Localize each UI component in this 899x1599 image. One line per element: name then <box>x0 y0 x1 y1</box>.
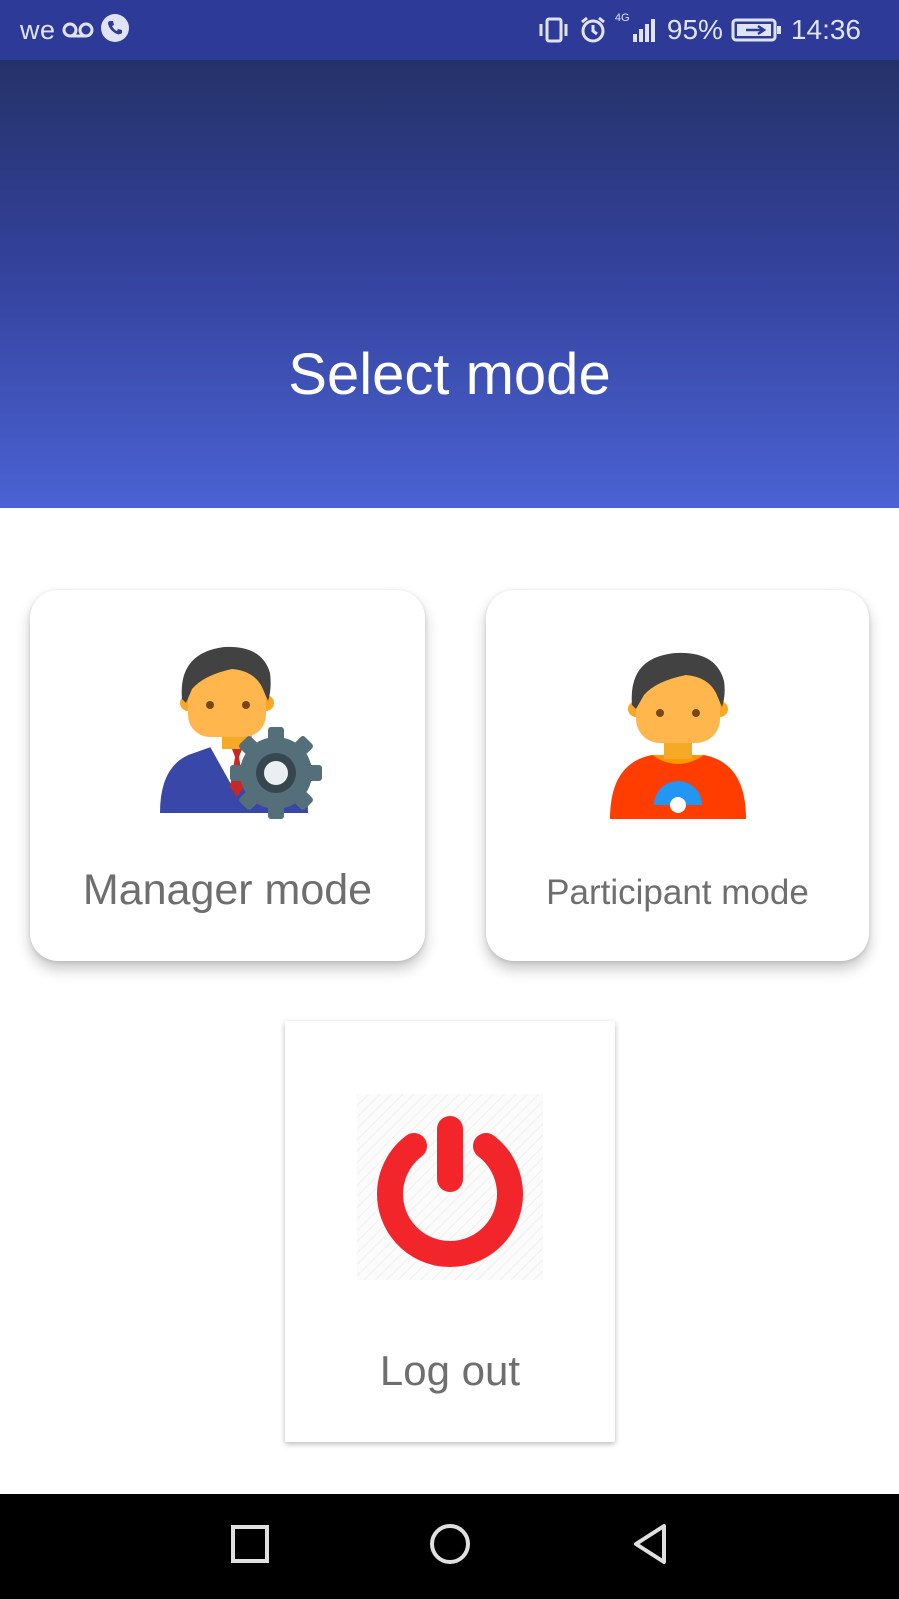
back-button[interactable] <box>590 1494 710 1599</box>
recent-apps-icon <box>230 1524 270 1569</box>
signal-icon: 4G <box>615 12 659 44</box>
phone-icon <box>100 13 130 48</box>
back-icon <box>630 1522 670 1571</box>
home-icon <box>428 1522 472 1571</box>
battery-percent: 95% <box>666 14 723 45</box>
manager-gear-icon <box>158 645 328 825</box>
carrier-name: we <box>20 14 56 45</box>
navigation-bar <box>0 1494 899 1599</box>
status-bar: we 4G 95% 14:36 <box>0 0 899 60</box>
header-banner: Select mode <box>0 60 899 508</box>
logout-label: Log out <box>379 1347 521 1394</box>
power-icon <box>357 1094 543 1280</box>
recent-apps-button[interactable] <box>190 1494 310 1599</box>
clock-time: 14:36 <box>790 14 861 45</box>
network-type-label: 4G <box>614 12 630 24</box>
manager-mode-label: Manager mode <box>82 866 373 914</box>
participant-mode-label: Participant mode <box>546 873 809 912</box>
participant-icon <box>610 651 746 821</box>
vibrate-icon <box>537 16 571 44</box>
battery-charging-icon <box>731 17 783 43</box>
home-button[interactable] <box>390 1494 510 1599</box>
voicemail-icon <box>62 17 94 44</box>
alarm-icon <box>579 16 607 44</box>
status-right: 4G 95% 14:36 <box>537 0 861 60</box>
status-left: we <box>20 0 130 60</box>
page-title: Select mode <box>288 342 611 407</box>
